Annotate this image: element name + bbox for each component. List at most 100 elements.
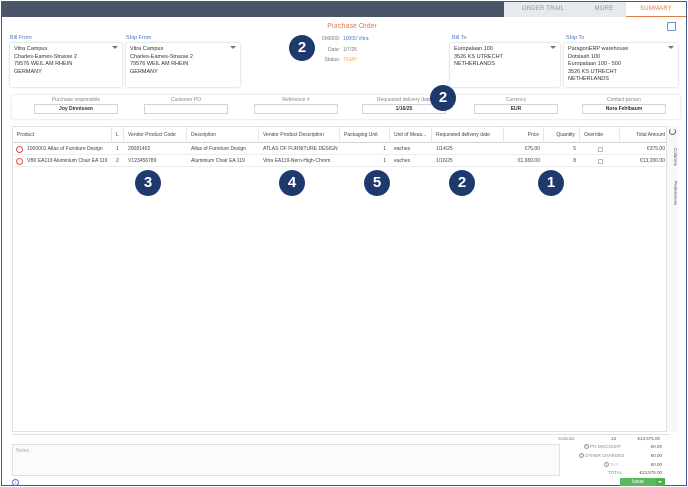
annotation-badge: 2 bbox=[289, 35, 315, 61]
preferences-panel-toggle[interactable]: Preferences bbox=[668, 181, 678, 205]
bill-to-label: Bill To bbox=[452, 35, 467, 41]
override-checkbox[interactable] bbox=[598, 147, 603, 152]
subtotal-value: €13,575.00 bbox=[637, 436, 660, 441]
col-total-amount[interactable]: Total Amount bbox=[620, 127, 669, 143]
tax-label: ? TAX bbox=[604, 462, 618, 467]
contact-person-input[interactable]: Nora Fehlbaum bbox=[582, 104, 666, 114]
top-bar: ORDER TRAIL MORE SUMMARY bbox=[2, 2, 686, 17]
columns-panel-toggle[interactable]: Columns bbox=[668, 148, 678, 166]
address-line: GERMANY bbox=[130, 68, 158, 75]
col-product[interactable]: Product bbox=[13, 127, 112, 143]
bill-from-box[interactable]: Vitra Campus Charles-Eames-Strasse 2 795… bbox=[10, 43, 122, 87]
cell-price[interactable]: €75.00 bbox=[504, 144, 544, 155]
address-line: 3526 KS UTRECHT bbox=[454, 53, 503, 60]
app-frame: ORDER TRAIL MORE SUMMARY Purchase Order … bbox=[1, 1, 687, 486]
total-value: €13,575.00 bbox=[639, 470, 662, 475]
col-unit-of-measure[interactable]: Unit of Meas... bbox=[390, 127, 432, 143]
address-line: Europalaan 100 bbox=[454, 46, 493, 52]
field-label: Currency bbox=[505, 97, 527, 103]
cell-price[interactable]: €1,650.00 bbox=[504, 156, 544, 167]
tax-value: €0.00 bbox=[650, 462, 662, 467]
address-line: NETHERLANDS bbox=[568, 76, 609, 83]
field-reference: Reference # bbox=[254, 97, 338, 114]
address-line: Charles-Eames-Strasse 2 bbox=[130, 53, 193, 60]
address-line: Dotslash 100 bbox=[568, 53, 601, 60]
total-label: TOTAL bbox=[608, 470, 623, 475]
col-packaging-unit[interactable]: Packaging Unit bbox=[340, 127, 390, 143]
reference-input[interactable] bbox=[254, 104, 338, 114]
chevron-down-icon[interactable] bbox=[112, 46, 118, 49]
col-vendor-product-description[interactable]: Vendor Product Description bbox=[259, 127, 340, 143]
cell-requested-delivery-date[interactable]: 1/16/25 bbox=[432, 156, 504, 167]
issue-dropdown-button[interactable] bbox=[656, 478, 665, 486]
cell-quantity[interactable]: 8 bbox=[544, 156, 580, 167]
ship-from-box[interactable]: Vitra Campus Charles-Eames-Strasse 2 795… bbox=[126, 43, 240, 87]
cell-description: Atlas of Furniture Design bbox=[191, 146, 247, 152]
tab-order-trail[interactable]: ORDER TRAIL bbox=[504, 2, 582, 17]
table-row[interactable]: 1000001 Atlas of Furniture Design 1 2008… bbox=[13, 144, 669, 155]
help-icon[interactable]: ? bbox=[584, 444, 589, 449]
col-requested-delivery-date[interactable]: Requested delivery date bbox=[432, 127, 504, 143]
issue-button[interactable]: Issue bbox=[620, 478, 656, 486]
tab-more[interactable]: MORE bbox=[582, 2, 626, 17]
cell-total: €375.00 bbox=[646, 146, 665, 152]
tab-summary[interactable]: SUMMARY bbox=[626, 2, 686, 17]
field-label: Purchase responsible bbox=[51, 97, 101, 103]
other-charges-value[interactable]: €0.00 bbox=[626, 453, 662, 458]
po-discount-text: PO DISCOUNT bbox=[590, 444, 622, 449]
annotation-badge: 2 bbox=[430, 85, 456, 111]
annotation-badge: 2 bbox=[449, 170, 475, 196]
bill-to-box[interactable]: Europalaan 100 3526 KS UTRECHT NETHERLAN… bbox=[450, 43, 560, 87]
chevron-down-icon[interactable] bbox=[550, 46, 556, 49]
remove-row-icon[interactable] bbox=[16, 158, 23, 165]
subtotal-quantity: 13 bbox=[610, 436, 616, 441]
col-vendor-product-code[interactable]: Vendor Product Code bbox=[124, 127, 187, 143]
bill-from-label: Bill From bbox=[10, 35, 32, 41]
customer-po-input[interactable] bbox=[144, 104, 228, 114]
subtotal-label: Subtotal bbox=[558, 436, 575, 441]
cell-packaging-unit: 1 bbox=[383, 158, 386, 164]
override-checkbox[interactable] bbox=[598, 159, 603, 164]
purchase-responsible-input[interactable]: Joy Dinnissen bbox=[34, 104, 118, 114]
cell-description: Aluminium Chair EA 119 bbox=[191, 158, 245, 164]
po-discount-value[interactable]: €0.00 bbox=[626, 444, 662, 449]
po-meta: 000000: 10000 Vitra Date: 1/7/25 Status: TE… bbox=[318, 34, 369, 66]
page-title: Purchase Order bbox=[327, 23, 377, 30]
refresh-icon[interactable] bbox=[669, 128, 676, 135]
ship-from-label: Ship From bbox=[126, 35, 152, 41]
cell-vendor-code[interactable]: V123456789 bbox=[124, 156, 187, 167]
col-override[interactable]: Override bbox=[580, 127, 620, 143]
col-line[interactable]: L bbox=[112, 127, 124, 143]
cell-vendor-code[interactable]: 20081402 bbox=[124, 144, 187, 155]
status-label: Status: bbox=[324, 57, 340, 63]
cell-product: VB0 EA119 Aluminium Chair EA 119 bbox=[27, 158, 108, 164]
export-icon[interactable] bbox=[667, 22, 676, 31]
chevron-down-icon[interactable] bbox=[668, 46, 674, 49]
table-row[interactable]: VB0 EA119 Aluminium Chair EA 119 2 V1234… bbox=[13, 156, 669, 167]
col-price[interactable]: Price bbox=[504, 127, 544, 143]
address-line: Vitra Campus bbox=[130, 46, 164, 52]
chevron-down-icon[interactable] bbox=[230, 46, 236, 49]
col-quantity[interactable]: Quantity bbox=[544, 127, 580, 143]
ship-to-box[interactable]: ParagonERP warehouse Dotslash 100 Europa… bbox=[564, 43, 678, 87]
currency-input[interactable]: EUR bbox=[474, 104, 558, 114]
cell-uom: eaches bbox=[394, 146, 411, 152]
cell-packaging-unit: 1 bbox=[383, 146, 386, 152]
address-line: GERMANY bbox=[14, 68, 42, 75]
remove-row-icon[interactable] bbox=[16, 146, 23, 153]
annotation-badge: 5 bbox=[364, 170, 390, 196]
help-icon[interactable]: ? bbox=[604, 462, 609, 467]
help-icon[interactable]: i bbox=[12, 479, 19, 486]
help-icon[interactable]: ? bbox=[579, 453, 584, 458]
field-customer-po: Customer PO bbox=[144, 97, 228, 114]
annotation-badge: 4 bbox=[279, 170, 305, 196]
field-label: Contact person bbox=[607, 97, 641, 103]
notes-textarea[interactable]: Notes... bbox=[12, 444, 560, 476]
cell-requested-delivery-date[interactable]: 1/14/25 bbox=[432, 144, 504, 155]
address-line: Vitra Campus bbox=[14, 46, 48, 52]
cell-quantity[interactable]: 5 bbox=[544, 144, 580, 155]
address-line: 79576 WEIL AM RHEIN bbox=[130, 61, 189, 68]
vendor-link[interactable]: 10000 Vitra bbox=[343, 36, 368, 42]
grid-side-panel: Columns Preferences bbox=[666, 126, 678, 432]
col-description[interactable]: Description bbox=[187, 127, 259, 143]
